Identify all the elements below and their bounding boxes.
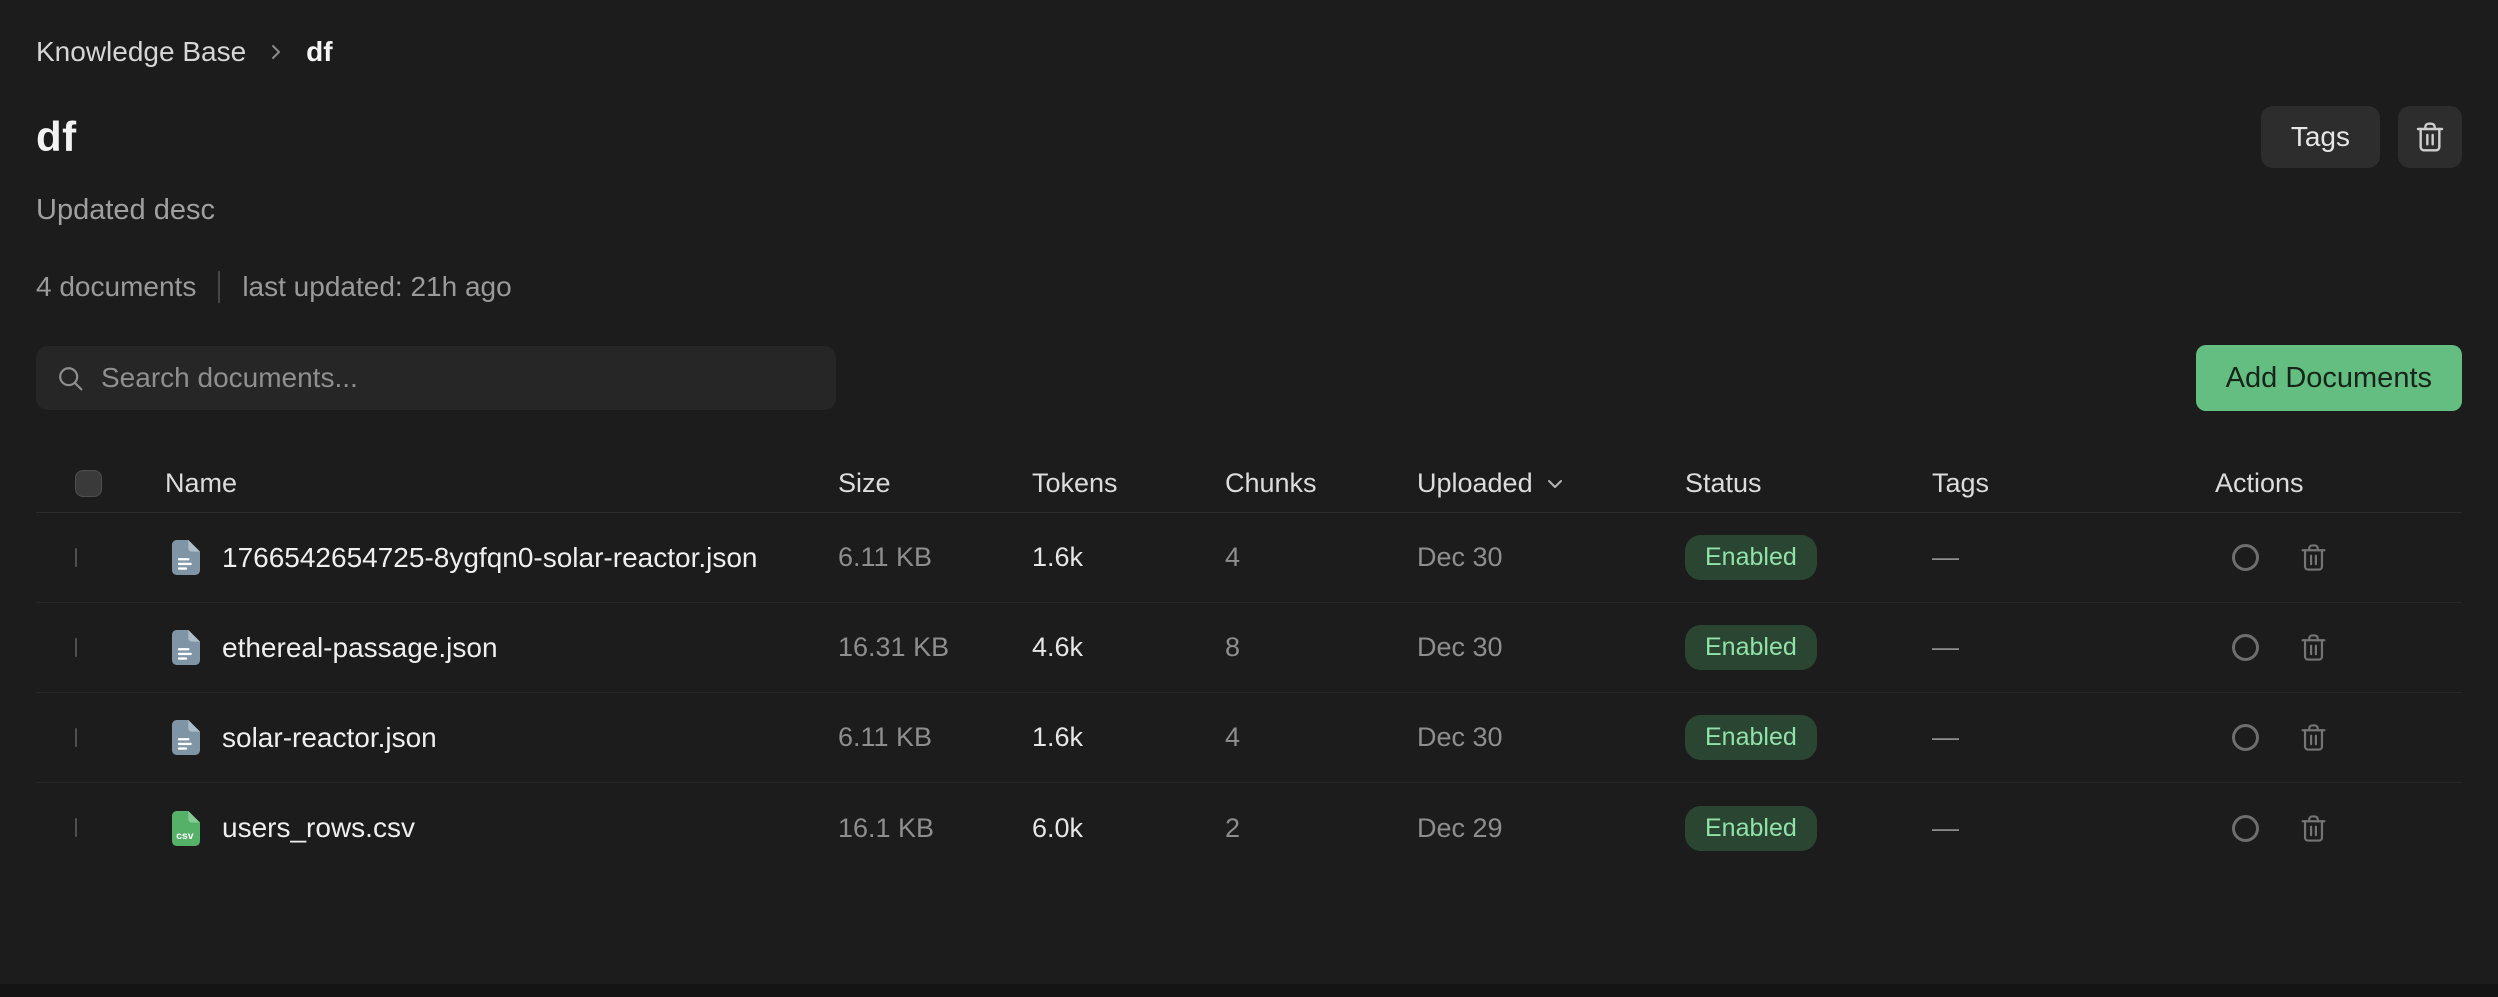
search-icon [56, 364, 85, 393]
breadcrumb-current: df [306, 36, 332, 68]
csv-file-icon: csv [172, 811, 200, 846]
trash-icon [2299, 543, 2328, 572]
document-size: 6.11 KB [838, 542, 1032, 573]
column-header-uploaded[interactable]: Uploaded [1417, 468, 1685, 499]
table-row: solar-reactor.json 6.11 KB 1.6k 4 Dec 30… [36, 693, 2462, 783]
document-tokens: 6.0k [1032, 813, 1225, 844]
document-chunks: 2 [1225, 813, 1417, 844]
page-title: df [36, 113, 77, 161]
column-header-size: Size [838, 468, 1032, 499]
circle-icon[interactable] [2232, 634, 2259, 661]
json-file-icon [172, 720, 200, 755]
stats-divider [218, 271, 220, 303]
documents-table: Name Size Tokens Chunks Uploaded Status … [36, 455, 2462, 873]
table-row: csv users_rows.csv 16.1 KB 6.0k 2 Dec 29… [36, 783, 2462, 873]
search-input[interactable] [101, 362, 816, 394]
status-badge: Enabled [1685, 806, 1817, 851]
document-tags: — [1932, 722, 2215, 753]
document-chunks: 4 [1225, 542, 1417, 573]
trash-icon [2299, 814, 2328, 843]
delete-document-button[interactable] [2299, 633, 2328, 662]
delete-knowledge-base-button[interactable] [2398, 106, 2462, 168]
last-updated: last updated: 21h ago [242, 271, 511, 303]
document-name-link[interactable]: solar-reactor.json [222, 722, 437, 754]
json-file-icon [172, 630, 200, 665]
column-header-name: Name [165, 468, 838, 499]
circle-icon[interactable] [2232, 815, 2259, 842]
document-tags: — [1932, 632, 2215, 663]
trash-icon [2299, 723, 2328, 752]
document-name-link[interactable]: users_rows.csv [222, 812, 415, 844]
status-badge: Enabled [1685, 535, 1817, 580]
document-tokens: 1.6k [1032, 542, 1225, 573]
row-checkbox[interactable] [75, 638, 77, 657]
row-checkbox[interactable] [75, 728, 77, 747]
document-chunks: 4 [1225, 722, 1417, 753]
window-bottom-edge [0, 984, 2498, 997]
trash-icon [2299, 633, 2328, 662]
document-uploaded-date: Dec 29 [1417, 813, 1685, 844]
chevron-down-icon [1543, 472, 1567, 496]
document-chunks: 8 [1225, 632, 1417, 663]
page-description: Updated desc [36, 194, 2462, 227]
document-name-link[interactable]: ethereal-passage.json [222, 632, 498, 664]
row-checkbox[interactable] [75, 818, 77, 837]
document-uploaded-date: Dec 30 [1417, 632, 1685, 663]
add-documents-button[interactable]: Add Documents [2196, 345, 2462, 411]
document-tags: — [1932, 813, 2215, 844]
table-row: 1766542654725-8ygfqn0-solar-reactor.json… [36, 513, 2462, 603]
search-box[interactable] [36, 346, 836, 410]
table-row: ethereal-passage.json 16.31 KB 4.6k 8 De… [36, 603, 2462, 693]
document-uploaded-date: Dec 30 [1417, 722, 1685, 753]
svg-text:csv: csv [176, 830, 194, 842]
status-badge: Enabled [1685, 715, 1817, 760]
document-size: 6.11 KB [838, 722, 1032, 753]
json-file-icon [172, 540, 200, 575]
knowledge-base-page: Knowledge Base df df Tags Updated desc 4… [0, 0, 2498, 873]
delete-document-button[interactable] [2299, 723, 2328, 752]
breadcrumb-knowledge-base-link[interactable]: Knowledge Base [36, 36, 246, 68]
column-header-chunks: Chunks [1225, 468, 1417, 499]
circle-icon[interactable] [2232, 544, 2259, 571]
column-header-actions: Actions [2215, 468, 2462, 499]
delete-document-button[interactable] [2299, 543, 2328, 572]
document-name-link[interactable]: 1766542654725-8ygfqn0-solar-reactor.json [222, 542, 758, 574]
status-badge: Enabled [1685, 625, 1817, 670]
document-tags: — [1932, 542, 2215, 573]
tags-button[interactable]: Tags [2261, 106, 2380, 168]
trash-icon [2414, 121, 2446, 153]
document-tokens: 4.6k [1032, 632, 1225, 663]
document-size: 16.1 KB [838, 813, 1032, 844]
circle-icon[interactable] [2232, 724, 2259, 751]
table-header-row: Name Size Tokens Chunks Uploaded Status … [36, 455, 2462, 513]
column-header-tokens: Tokens [1032, 468, 1225, 499]
document-uploaded-date: Dec 30 [1417, 542, 1685, 573]
document-tokens: 1.6k [1032, 722, 1225, 753]
row-checkbox[interactable] [75, 548, 77, 567]
column-header-status: Status [1685, 468, 1932, 499]
document-size: 16.31 KB [838, 632, 1032, 663]
select-all-checkbox[interactable] [75, 470, 102, 497]
column-header-tags: Tags [1932, 468, 2215, 499]
delete-document-button[interactable] [2299, 814, 2328, 843]
chevron-right-icon [264, 40, 288, 64]
document-count: 4 documents [36, 271, 196, 303]
table-body: 1766542654725-8ygfqn0-solar-reactor.json… [36, 513, 2462, 873]
breadcrumb: Knowledge Base df [36, 0, 2462, 68]
stats-row: 4 documents last updated: 21h ago [36, 271, 2462, 303]
